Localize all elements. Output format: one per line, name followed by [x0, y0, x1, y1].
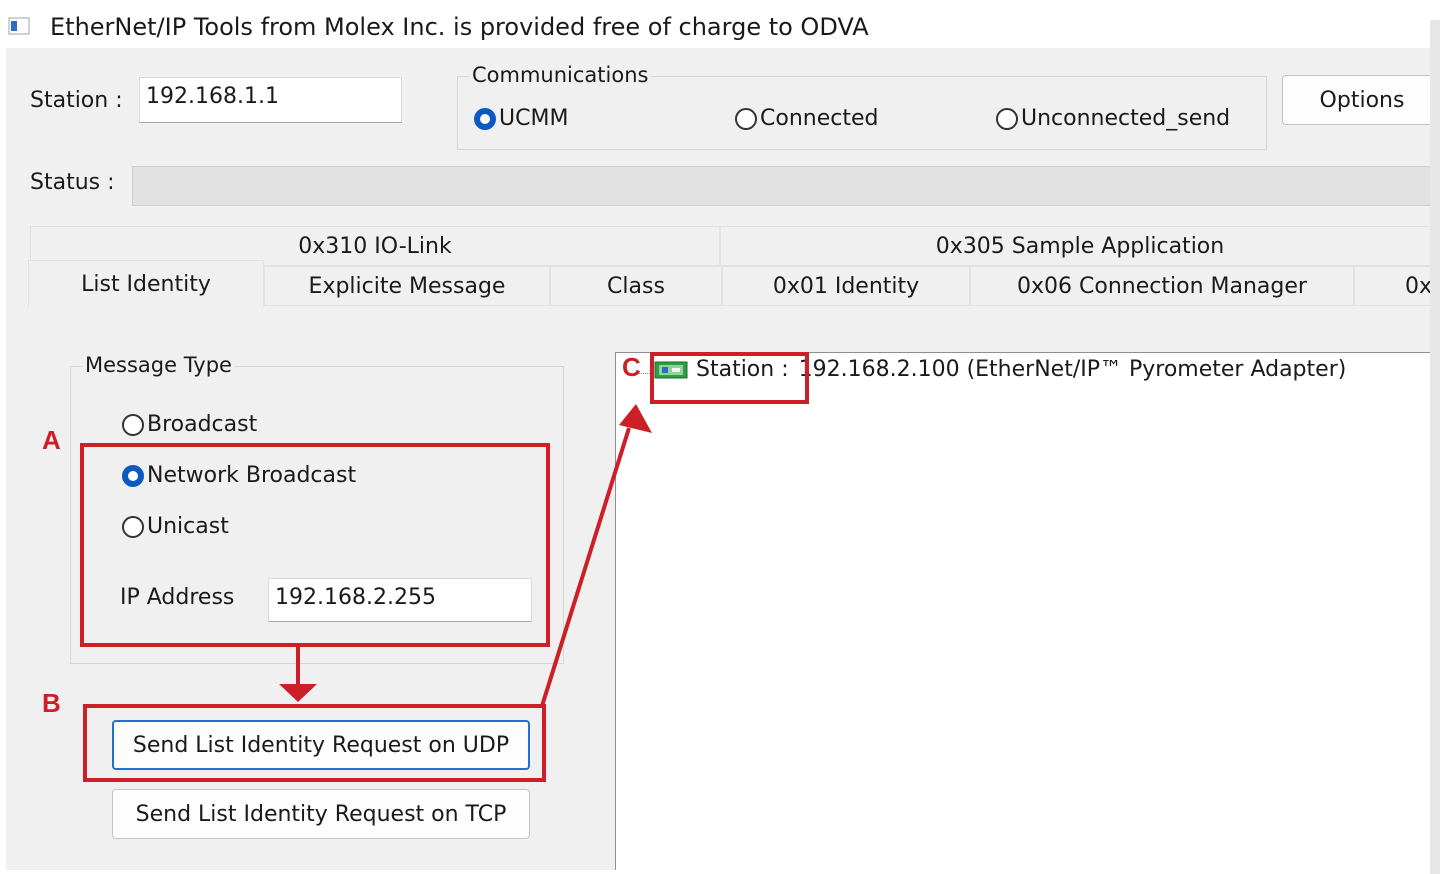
tab-identity[interactable]: 0x01 Identity	[722, 266, 970, 306]
annotation-label-c: C	[622, 352, 641, 382]
annotation-box-c	[650, 352, 809, 404]
annotation-box-b	[83, 704, 546, 782]
radio-dot	[735, 107, 757, 130]
annotation-box-a	[80, 443, 550, 647]
message-type-legend: Message Type	[82, 353, 235, 377]
tab-explicite-message[interactable]: Explicite Message	[264, 266, 550, 306]
radio-broadcast[interactable]: Broadcast	[122, 412, 257, 437]
radio-connected-label: Connected	[760, 106, 879, 131]
options-button[interactable]: Options	[1282, 75, 1430, 125]
radio-ucmm[interactable]: UCMM	[474, 106, 568, 131]
window-title: EtherNet/IP Tools from Molex Inc. is pro…	[50, 13, 869, 41]
status-label: Status :	[30, 170, 115, 195]
app-icon	[8, 17, 30, 35]
window-edge	[1430, 20, 1440, 874]
station-input[interactable]: 192.168.1.1	[139, 77, 402, 123]
station-label: Station :	[30, 88, 123, 113]
annotation-label-b: B	[42, 688, 61, 718]
radio-connected[interactable]: Connected	[735, 106, 878, 131]
title-bar: EtherNet/IP Tools from Molex Inc. is pro…	[6, 8, 1430, 48]
station-tree-view[interactable]: Station : 192.168.2.100 (EtherNet/IP™ Py…	[615, 352, 1430, 870]
tab-sample-application[interactable]: 0x305 Sample Application	[720, 226, 1430, 266]
radio-unconnected-send-label: Unconnected_send	[1021, 106, 1231, 131]
send-tcp-button[interactable]: Send List Identity Request on TCP	[112, 789, 530, 839]
tab-truncated[interactable]: 0x	[1354, 266, 1430, 306]
radio-unconnected-send[interactable]: Unconnected_send	[996, 106, 1230, 131]
tree-station-text: 192.168.2.100 (EtherNet/IP™ Pyrometer Ad…	[798, 357, 1347, 382]
tab-connection-manager[interactable]: 0x06 Connection Manager	[970, 266, 1354, 306]
status-field	[132, 166, 1430, 206]
tab-list-identity[interactable]: List Identity	[28, 260, 264, 308]
annotation-label-a: A	[42, 425, 61, 455]
tab-class[interactable]: Class	[550, 266, 722, 306]
radio-dot-selected	[474, 107, 496, 130]
radio-broadcast-label: Broadcast	[147, 412, 258, 437]
radio-dot	[122, 413, 144, 436]
communications-legend: Communications	[469, 63, 652, 87]
radio-ucmm-label: UCMM	[499, 106, 569, 131]
radio-dot	[996, 107, 1018, 130]
